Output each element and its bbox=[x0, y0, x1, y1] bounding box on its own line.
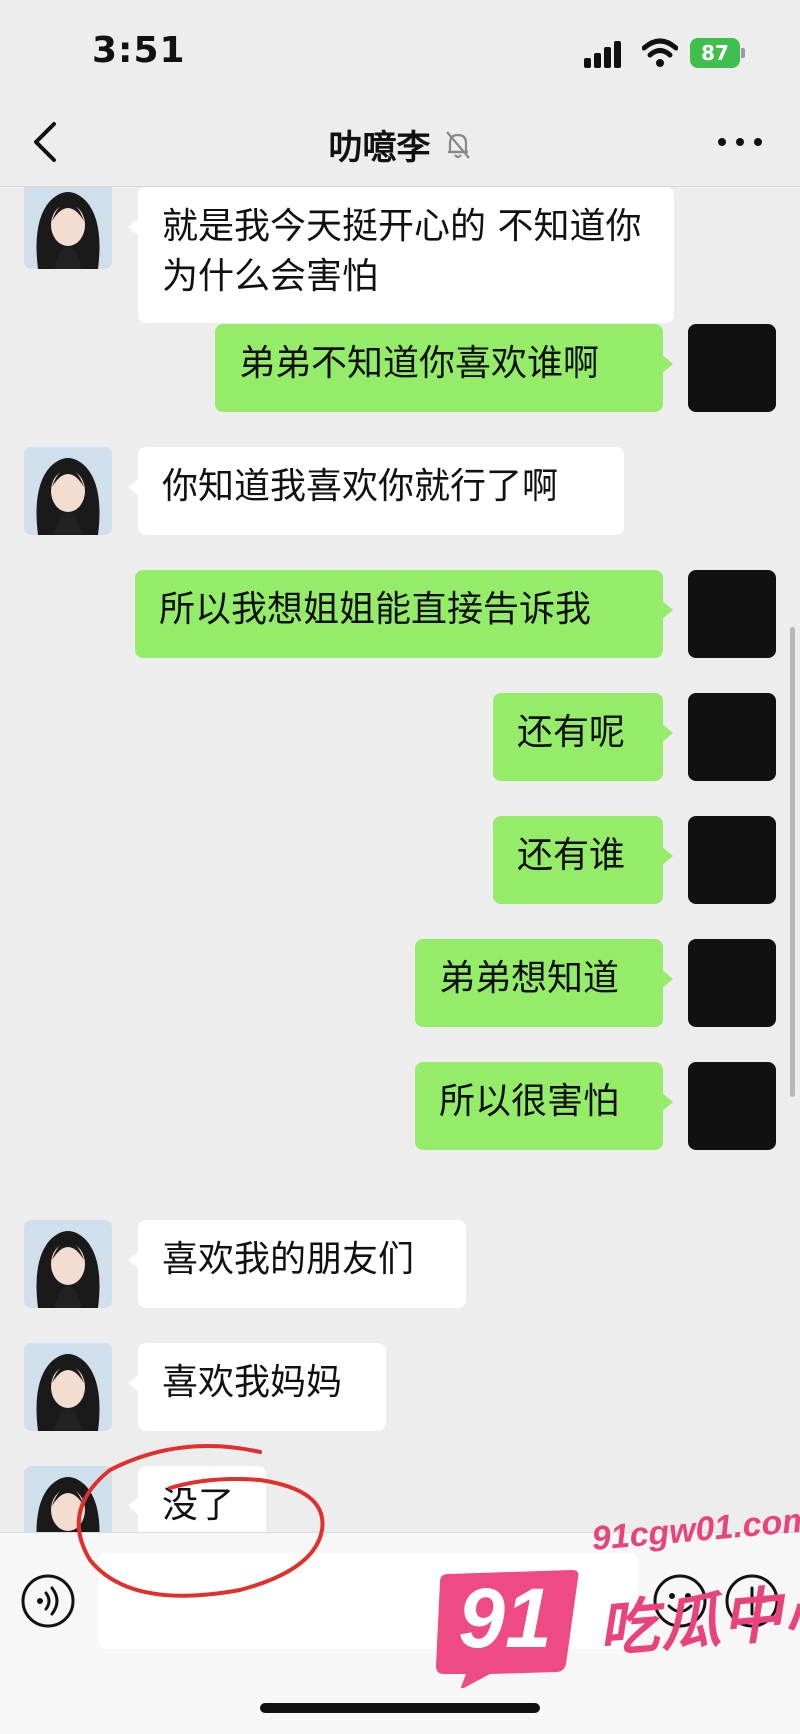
mute-bell-icon bbox=[445, 130, 470, 159]
message-bubble-outgoing[interactable]: 还有谁 bbox=[493, 816, 673, 904]
message-input[interactable] bbox=[98, 1553, 638, 1649]
message-bubble-incoming[interactable]: 没了 bbox=[128, 1466, 266, 1532]
cellular-signal-icon bbox=[584, 41, 621, 68]
chat-title: 叻噫李 bbox=[328, 128, 431, 168]
more-dots-icon[interactable] bbox=[716, 130, 764, 154]
message-bubble-incoming[interactable]: 喜欢我妈妈 bbox=[128, 1343, 386, 1431]
avatar[interactable] bbox=[688, 570, 776, 658]
message-bubble-incoming[interactable]: 就是我今天挺开心的 不知道你为什么会害怕 bbox=[128, 187, 674, 323]
avatar-portrait-icon bbox=[24, 187, 112, 269]
input-bar bbox=[0, 1532, 800, 1734]
avatar[interactable] bbox=[688, 1062, 776, 1150]
avatar[interactable] bbox=[688, 816, 776, 904]
message-bubble-incoming[interactable]: 你知道我喜欢你就行了啊 bbox=[128, 447, 624, 535]
avatar-portrait-icon bbox=[24, 1220, 112, 1308]
avatar[interactable] bbox=[688, 693, 776, 781]
message-row: 你知道我喜欢你就行了啊 bbox=[0, 447, 800, 537]
chat-title-wrap: 叻噫李 bbox=[0, 120, 800, 169]
scroll-indicator[interactable] bbox=[790, 627, 795, 1097]
battery-indicator: 87 bbox=[690, 38, 745, 68]
avatar[interactable] bbox=[24, 1343, 112, 1431]
message-bubble-outgoing[interactable]: 所以很害怕 bbox=[415, 1062, 673, 1150]
avatar[interactable] bbox=[688, 324, 776, 412]
status-time: 3:51 bbox=[92, 30, 186, 71]
avatar[interactable] bbox=[24, 187, 112, 269]
message-bubble-outgoing[interactable]: 所以我想姐姐能直接告诉我 bbox=[135, 570, 673, 658]
emoji-icon[interactable] bbox=[652, 1573, 708, 1629]
wifi-icon bbox=[642, 38, 678, 67]
message-row: 喜欢我妈妈 bbox=[0, 1343, 800, 1433]
voice-icon[interactable] bbox=[20, 1573, 76, 1629]
plus-icon[interactable] bbox=[724, 1573, 780, 1629]
message-row: 所以很害怕 bbox=[0, 1062, 800, 1152]
avatar[interactable] bbox=[24, 447, 112, 535]
message-row: 弟弟不知道你喜欢谁啊 bbox=[0, 324, 800, 414]
avatar-portrait-icon bbox=[24, 1466, 112, 1532]
message-bubble-outgoing[interactable]: 弟弟想知道 bbox=[415, 939, 673, 1027]
battery-level: 87 bbox=[690, 38, 740, 68]
message-list[interactable]: 就是我今天挺开心的 不知道你为什么会害怕 弟弟不知道你喜欢谁啊 你知道我喜欢你就… bbox=[0, 187, 800, 1532]
battery-nub bbox=[741, 48, 745, 58]
message-row: 还有谁 bbox=[0, 816, 800, 906]
avatar[interactable] bbox=[24, 1220, 112, 1308]
message-row: 喜欢我的朋友们 bbox=[0, 1220, 800, 1310]
home-indicator bbox=[260, 1703, 540, 1713]
message-row: 就是我今天挺开心的 不知道你为什么会害怕 bbox=[0, 187, 800, 327]
message-bubble-incoming[interactable]: 喜欢我的朋友们 bbox=[128, 1220, 466, 1308]
message-bubble-outgoing[interactable]: 弟弟不知道你喜欢谁啊 bbox=[215, 324, 673, 412]
message-bubble-outgoing[interactable]: 还有呢 bbox=[493, 693, 673, 781]
message-row: 弟弟想知道 bbox=[0, 939, 800, 1029]
status-bar: 3:51 87 bbox=[0, 0, 800, 100]
avatar-portrait-icon bbox=[24, 1343, 112, 1431]
message-row: 没了 bbox=[0, 1466, 800, 1532]
message-row: 还有呢 bbox=[0, 693, 800, 783]
avatar[interactable] bbox=[688, 939, 776, 1027]
chat-header: 叻噫李 bbox=[0, 100, 800, 187]
avatar[interactable] bbox=[24, 1466, 112, 1532]
message-row: 所以我想姐姐能直接告诉我 bbox=[0, 570, 800, 660]
avatar-portrait-icon bbox=[24, 447, 112, 535]
